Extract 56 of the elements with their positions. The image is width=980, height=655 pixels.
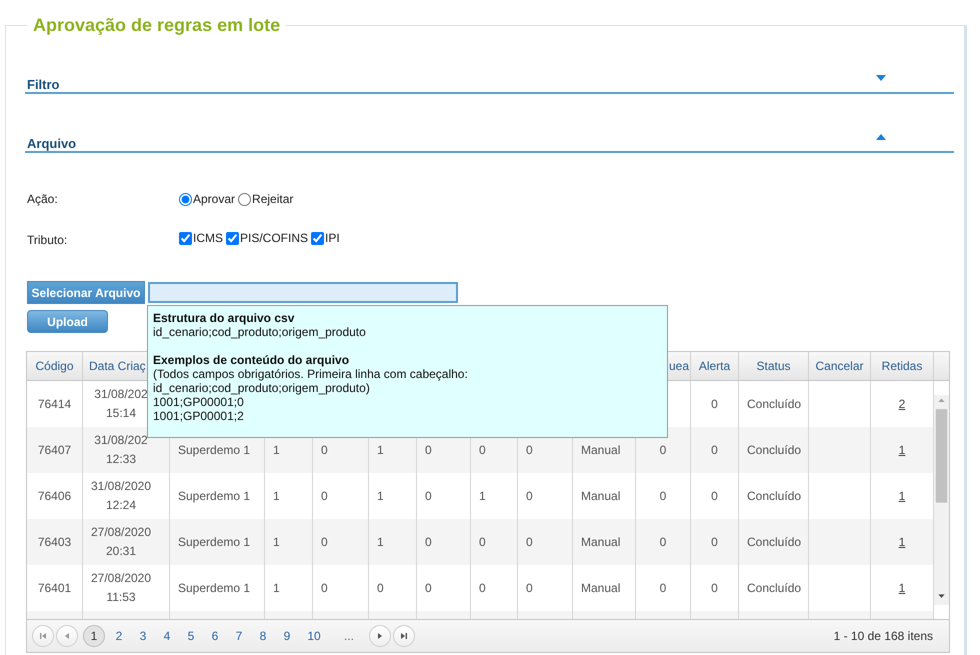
last-page-button[interactable] — [393, 625, 415, 647]
expand-arrow-icon[interactable] — [876, 75, 886, 81]
page-number[interactable]: 6 — [203, 625, 227, 647]
last-page-arrow-icon — [400, 632, 408, 640]
section-title[interactable]: Filtro — [25, 73, 60, 92]
section-title[interactable]: Arquivo — [25, 132, 76, 151]
field-label: Ação: — [27, 192, 59, 206]
retidas-link[interactable]: 1 — [898, 532, 906, 552]
checkbox[interactable] — [226, 232, 239, 244]
column-header[interactable]: Retidas — [882, 359, 922, 373]
retidas-link[interactable]: 1 — [898, 578, 906, 598]
retidas-link[interactable]: 2 — [898, 394, 906, 414]
column-header[interactable]: Alerta — [698, 359, 730, 373]
option-label: IPI — [325, 231, 340, 245]
field-label: Tributo: — [27, 232, 68, 247]
page-number[interactable]: 2 — [107, 625, 131, 647]
file-path-field[interactable] — [148, 282, 458, 303]
checkbox[interactable] — [311, 232, 324, 244]
retidas-link[interactable]: 1 — [898, 440, 906, 460]
select-file-button[interactable]: Selecionar Arquivo — [27, 281, 145, 304]
first-page-arrow-icon — [39, 632, 47, 640]
retidas-link[interactable]: 1 — [898, 486, 906, 506]
column-header[interactable]: Código — [35, 359, 74, 373]
previous-page-arrow-icon — [63, 632, 71, 640]
option-label: PIS/COFINS — [240, 231, 308, 245]
tooltip-text: (Todos campos obrigatórios. Primeira linha com cabeçalho: — [153, 367, 469, 381]
upload-button[interactable]: Upload — [27, 310, 108, 333]
tooltip-heading: Estrutura do arquivo csv — [153, 311, 296, 325]
option-label: Rejeitar — [252, 192, 294, 206]
page-info: 1 - 10 de 168 itens — [834, 629, 933, 643]
first-page-button[interactable] — [32, 625, 54, 647]
page-number[interactable]: 7 — [227, 625, 251, 647]
column-header[interactable]: Cancelar — [815, 359, 864, 373]
page-title: Aprovação de regras em lote — [32, 14, 282, 36]
page-number[interactable]: 9 — [275, 625, 299, 647]
page-number[interactable]: 10 — [299, 625, 329, 647]
page-number[interactable]: 8 — [251, 625, 275, 647]
tooltip-heading: Exemplos de conteúdo do arquivo — [153, 353, 350, 367]
checkbox[interactable] — [179, 232, 192, 244]
page-number[interactable]: 4 — [155, 625, 179, 647]
page-number[interactable]: 3 — [131, 625, 155, 647]
radio-button[interactable] — [179, 192, 192, 206]
column-header[interactable]: uea — [668, 359, 689, 373]
next-page-arrow-icon — [376, 632, 384, 640]
option-label: ICMS — [193, 231, 223, 245]
previous-page-button[interactable] — [56, 625, 78, 647]
radio-button[interactable] — [238, 192, 252, 206]
tooltip-text: id_cenario;cod_produto;origem_produto — [153, 325, 367, 339]
option-label: Aprovar — [193, 192, 236, 206]
collapse-arrow-icon[interactable] — [876, 134, 886, 140]
page-number[interactable]: 1 — [83, 625, 105, 647]
page-ellipsis[interactable]: ... — [329, 629, 369, 643]
page-number[interactable]: 5 — [179, 625, 203, 647]
column-header[interactable]: Status — [756, 359, 791, 373]
column-header[interactable]: Data Criaç — [89, 359, 146, 373]
next-page-button[interactable] — [369, 625, 391, 647]
